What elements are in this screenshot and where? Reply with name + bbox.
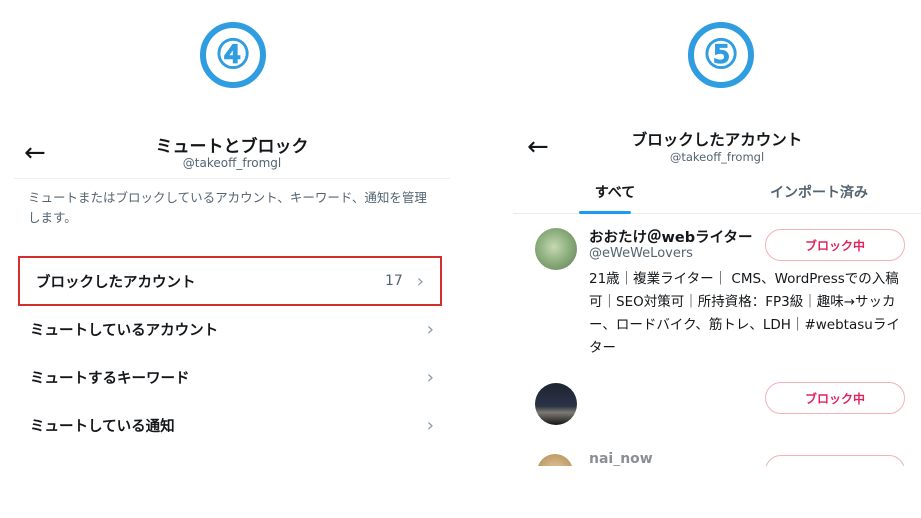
description-text: ミュートまたはブロックしているアカウント、キーワード、通知を管理します。	[28, 190, 427, 225]
blocking-button[interactable]: ブロック中	[765, 229, 905, 261]
user-bio: 21歳｜複業ライター｜ CMS、WordPressでの入稿可｜SEO対策可｜所持…	[589, 271, 900, 356]
chevron-right-icon: ›	[426, 366, 434, 388]
menu-item-muted-words[interactable]: ミュートするキーワード ›	[14, 354, 450, 400]
tab-bar: すべて インポート済み	[513, 170, 921, 214]
tab-label: すべて	[594, 184, 636, 201]
tab-all[interactable]: すべて	[513, 170, 717, 214]
menu-item-muted-notifications[interactable]: ミュートしている通知 ›	[14, 402, 450, 448]
menu-item-label: ミュートしている通知	[30, 418, 175, 435]
user-handle: @eWeWeLovers	[589, 246, 693, 261]
menu-item-label: ミュートするキーワード	[30, 370, 190, 387]
page-title: ブロックしたアカウント	[631, 131, 803, 149]
chevron-right-icon: ›	[426, 414, 434, 436]
blocking-button[interactable]	[765, 455, 905, 466]
tab-label: インポート済み	[770, 184, 868, 201]
tab-imported[interactable]: インポート済み	[717, 170, 921, 213]
user-display-name[interactable]: おおたけ＠webライター	[589, 226, 753, 247]
blocked-count: 17	[384, 273, 403, 289]
account-handle: @takeoff_fromgl	[669, 150, 765, 164]
avatar[interactable]	[535, 383, 577, 425]
menu-item-muted-accounts[interactable]: ミュートしているアカウント ›	[14, 306, 450, 352]
step-number-5: ⑤	[688, 22, 754, 88]
chevron-right-icon: ›	[416, 270, 424, 292]
step-number-4: ④	[200, 22, 266, 88]
chevron-right-icon: ›	[426, 318, 434, 340]
divider	[14, 178, 450, 179]
blocking-button[interactable]: ブロック中	[765, 382, 905, 414]
page-title: ミュートとブロック	[155, 137, 309, 157]
account-handle: @takeoff_fromgl	[182, 156, 282, 170]
mute-block-screen: ← ミュートとブロック @takeoff_fromgl ミュートまたはブロックし…	[14, 118, 450, 466]
avatar[interactable]	[537, 454, 573, 466]
avatar[interactable]	[535, 228, 577, 270]
menu-item-label: ブロックしたアカウント	[36, 274, 196, 291]
blocked-accounts-screen: ← ブロックしたアカウント @takeoff_fromgl すべて インポート済…	[513, 118, 921, 466]
menu-item-blocked-accounts[interactable]: ブロックしたアカウント 17 ›	[18, 256, 442, 306]
user-display-name[interactable]: nai_now	[589, 451, 653, 466]
active-tab-indicator	[579, 211, 631, 214]
menu-item-label: ミュートしているアカウント	[30, 322, 219, 339]
